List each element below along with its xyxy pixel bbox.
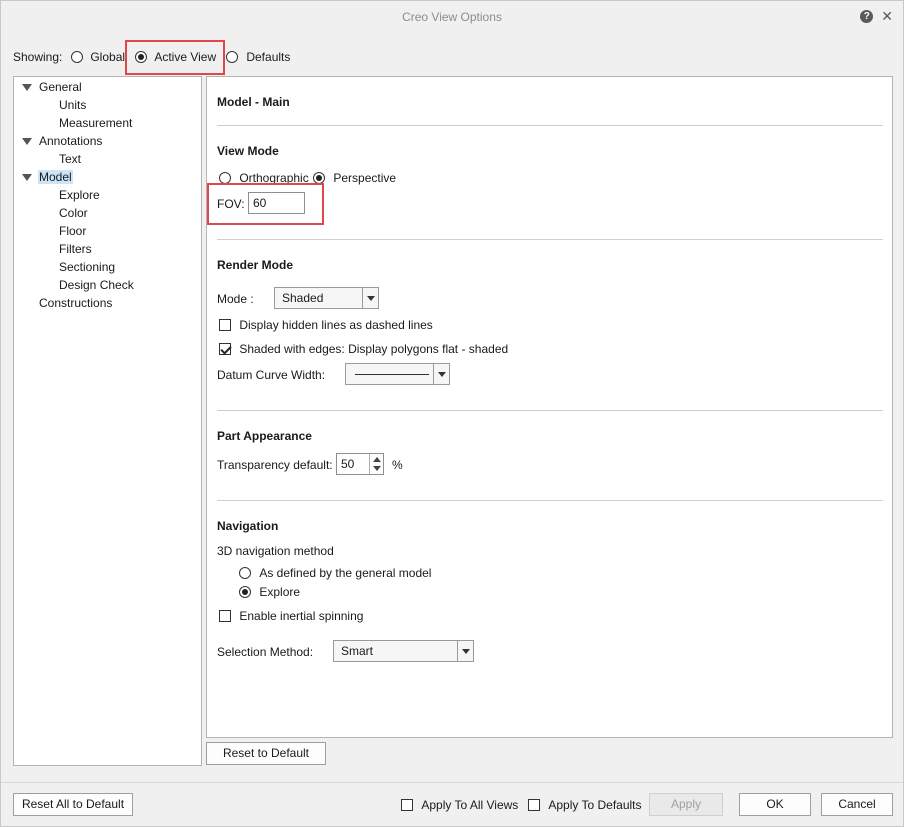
selection-method-value: Smart: [341, 644, 374, 658]
tree-item-measurement[interactable]: Measurement: [59, 114, 132, 132]
expand-arrow-icon[interactable]: [22, 84, 32, 91]
percent-unit: %: [392, 458, 403, 472]
mode-dropdown-value: Shaded: [282, 291, 324, 305]
expand-arrow-icon[interactable]: [22, 138, 32, 145]
tree-item-general[interactable]: General: [39, 78, 82, 96]
radio-general-model[interactable]: As defined by the general model: [239, 566, 431, 580]
title-bar: Creo View Options ? ✕: [1, 1, 903, 34]
tree-item-model-label: Model: [38, 170, 73, 184]
radio-defaults-label: Defaults: [246, 50, 291, 64]
part-appearance-heading: Part Appearance: [217, 429, 312, 443]
hidden-lines-checkbox[interactable]: [219, 319, 231, 331]
tree-item-explore[interactable]: Explore: [59, 186, 100, 204]
radio-explore-label: Explore: [259, 585, 301, 599]
footer-divider: [1, 782, 903, 783]
options-dialog: Creo View Options ? ✕ Showing: Global Ac…: [0, 0, 904, 827]
tree-item-floor[interactable]: Floor: [59, 222, 86, 240]
divider: [217, 410, 883, 411]
radio-explore[interactable]: Explore: [239, 585, 300, 599]
spin-up-icon[interactable]: [373, 457, 381, 462]
chevron-down-icon[interactable]: [362, 288, 378, 308]
help-icon[interactable]: ?: [860, 10, 874, 23]
radio-global-label: Global: [90, 50, 126, 64]
hidden-lines-label: Display hidden lines as dashed lines: [239, 318, 433, 332]
inertial-label: Enable inertial spinning: [239, 609, 364, 623]
divider: [217, 125, 883, 126]
tree-item-design-check[interactable]: Design Check: [59, 276, 134, 294]
category-tree: General Units Measurement Annotations Te…: [13, 76, 202, 766]
chevron-down-icon[interactable]: [433, 364, 449, 384]
divider: [217, 500, 883, 501]
panel-title: Model - Main: [217, 95, 290, 109]
inertial-option[interactable]: Enable inertial spinning: [219, 609, 363, 623]
datum-curve-dropdown[interactable]: [345, 363, 450, 385]
chevron-down-icon[interactable]: [457, 641, 473, 661]
window-title: Creo View Options: [402, 10, 502, 24]
cancel-button[interactable]: Cancel: [821, 793, 893, 816]
radio-global-indicator[interactable]: [71, 51, 83, 63]
datum-curve-label: Datum Curve Width:: [217, 368, 326, 382]
apply-defaults-label: Apply To Defaults: [548, 798, 642, 812]
tree-item-constructions[interactable]: Constructions: [39, 294, 112, 312]
radio-perspective[interactable]: Perspective: [313, 171, 396, 185]
tree-item-text[interactable]: Text: [59, 150, 81, 168]
tree-item-color[interactable]: Color: [59, 204, 88, 222]
transparency-spinner[interactable]: 50: [336, 453, 384, 475]
hidden-lines-option[interactable]: Display hidden lines as dashed lines: [219, 318, 433, 332]
nav-method-label: 3D navigation method: [217, 544, 334, 558]
apply-all-views-label: Apply To All Views: [421, 798, 519, 812]
shaded-edges-label: Shaded with edges: Display polygons flat…: [239, 342, 509, 356]
radio-defaults-indicator[interactable]: [226, 51, 238, 63]
ok-button[interactable]: OK: [739, 793, 811, 816]
spinner-buttons[interactable]: [369, 454, 383, 474]
inertial-checkbox[interactable]: [219, 610, 231, 622]
tree-item-units[interactable]: Units: [59, 96, 86, 114]
apply-all-views-checkbox[interactable]: [401, 799, 413, 811]
expand-arrow-icon[interactable]: [22, 174, 32, 181]
tree-item-annotations[interactable]: Annotations: [39, 132, 102, 150]
mode-dropdown[interactable]: Shaded: [274, 287, 379, 309]
radio-general-model-label: As defined by the general model: [259, 566, 432, 580]
apply-button[interactable]: Apply: [649, 793, 723, 816]
active-view-highlight: [125, 40, 225, 75]
radio-explore-indicator[interactable]: [239, 586, 251, 598]
apply-all-views-option[interactable]: Apply To All Views: [401, 798, 518, 812]
fov-highlight: [207, 183, 324, 225]
tree-item-filters[interactable]: Filters: [59, 240, 92, 258]
shaded-edges-option[interactable]: Shaded with edges: Display polygons flat…: [219, 342, 508, 356]
render-mode-heading: Render Mode: [217, 258, 294, 272]
reset-all-button[interactable]: Reset All to Default: [13, 793, 133, 816]
radio-defaults[interactable]: Defaults: [226, 50, 290, 64]
apply-defaults-option[interactable]: Apply To Defaults: [528, 798, 642, 812]
radio-perspective-label: Perspective: [333, 171, 397, 185]
close-icon[interactable]: ✕: [881, 9, 893, 23]
divider: [217, 239, 883, 240]
navigation-heading: Navigation: [217, 519, 279, 533]
selection-method-label: Selection Method:: [217, 645, 314, 659]
spin-down-icon[interactable]: [373, 466, 381, 471]
view-mode-heading: View Mode: [217, 144, 279, 158]
transparency-label: Transparency default:: [217, 458, 333, 472]
transparency-value: 50: [341, 457, 355, 471]
tree-item-sectioning[interactable]: Sectioning: [59, 258, 115, 276]
settings-panel: Model - Main View Mode Orthographic Pers…: [206, 76, 893, 738]
reset-to-default-button[interactable]: Reset to Default: [206, 742, 326, 765]
shaded-edges-checkbox[interactable]: [219, 343, 231, 355]
tree-item-model[interactable]: Model: [38, 168, 73, 186]
mode-label: Mode :: [217, 292, 254, 306]
showing-label: Showing:: [13, 50, 63, 64]
selection-method-dropdown[interactable]: Smart: [333, 640, 474, 662]
apply-defaults-checkbox[interactable]: [528, 799, 540, 811]
radio-general-model-indicator[interactable]: [239, 567, 251, 579]
radio-global[interactable]: Global: [71, 50, 125, 64]
line-width-sample: [355, 374, 429, 375]
